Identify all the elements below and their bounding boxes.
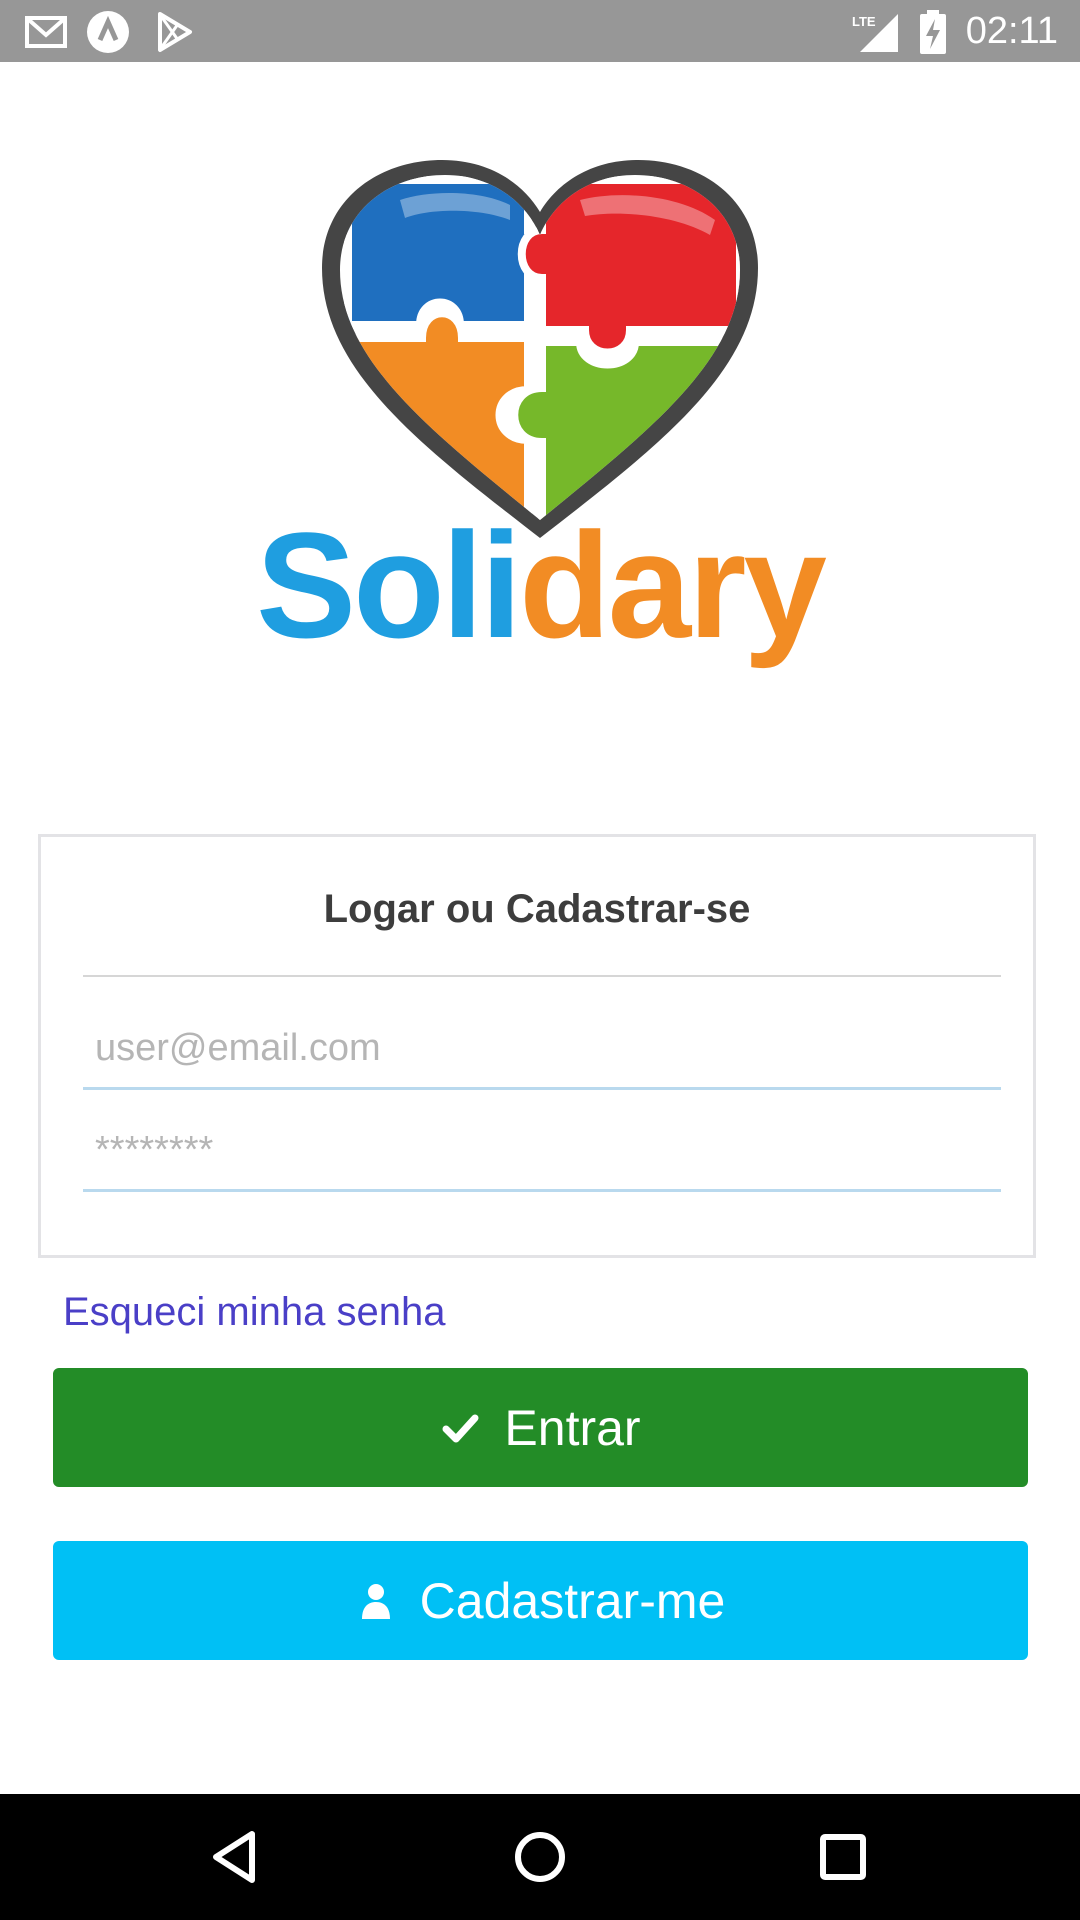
login-card: Logar ou Cadastrar-se xyxy=(38,834,1036,1258)
recents-icon[interactable] xyxy=(810,1824,876,1890)
status-time: 02:11 xyxy=(965,10,1058,52)
status-bar: LTE 02:11 xyxy=(0,0,1080,62)
gmail-icon xyxy=(25,16,67,48)
password-input[interactable] xyxy=(83,1112,1001,1192)
app-icon xyxy=(87,11,129,53)
svg-text:LTE: LTE xyxy=(852,14,876,29)
checkmark-icon xyxy=(442,1414,479,1442)
register-button-label: Cadastrar-me xyxy=(419,1572,726,1629)
email-input[interactable] xyxy=(83,1010,1001,1090)
back-icon[interactable] xyxy=(204,1824,270,1890)
register-button[interactable]: Cadastrar-me xyxy=(53,1541,1028,1660)
puzzle-heart-icon xyxy=(322,160,758,538)
forgot-password-link[interactable]: Esqueci minha senha xyxy=(63,1290,445,1335)
lte-signal-icon: LTE xyxy=(852,14,898,52)
navigation-bar xyxy=(0,1794,1080,1920)
logo-wordmark-part2: dary xyxy=(519,501,827,669)
logo-wordmark: Solidary xyxy=(0,500,1080,670)
card-title: Logar ou Cadastrar-se xyxy=(323,887,751,931)
user-icon xyxy=(361,1583,390,1619)
battery-charging-icon xyxy=(920,10,946,54)
login-button[interactable]: Entrar xyxy=(53,1368,1028,1487)
logo-wordmark-part1: Soli xyxy=(256,501,522,669)
home-icon[interactable] xyxy=(507,1824,573,1890)
app-logo: Solidary xyxy=(0,160,1080,680)
play-store-icon xyxy=(158,12,192,52)
login-button-label: Entrar xyxy=(504,1399,641,1456)
card-divider xyxy=(83,975,1001,977)
